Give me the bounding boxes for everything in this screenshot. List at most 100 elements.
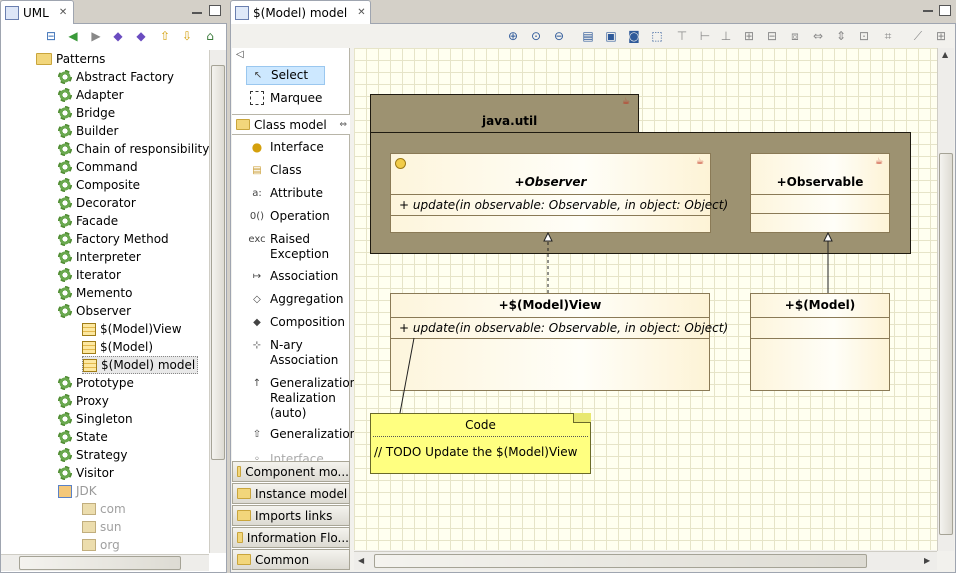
space-icon[interactable]: ⧈: [787, 28, 803, 44]
match-width-icon[interactable]: ⇔: [810, 28, 826, 44]
tree-item-pattern[interactable]: Chain of responsibility: [58, 140, 209, 158]
canvas-vertical-scroll-thumb[interactable]: [939, 153, 953, 535]
tree-item-pattern[interactable]: Memento: [58, 284, 132, 302]
tab-uml[interactable]: UML ✕: [0, 0, 74, 24]
down-arrow-icon[interactable]: ⇩: [179, 28, 195, 44]
tree-vertical-scrollbar[interactable]: [209, 50, 226, 553]
export-image-icon[interactable]: ◙: [626, 28, 642, 44]
drawer-2[interactable]: Imports links: [232, 505, 350, 526]
print-icon[interactable]: ▤: [580, 28, 596, 44]
palette-collapse-icon[interactable]: ◁: [236, 49, 244, 60]
tree-item-pattern[interactable]: Singleton: [58, 410, 133, 428]
scroll-right-icon[interactable]: ▶: [924, 556, 930, 565]
tree-item-observer-child[interactable]: $(Model) model: [82, 356, 199, 374]
zoom-out-icon[interactable]: ⊖: [551, 28, 567, 44]
palette-tool-generalization-realization[interactable]: ↑ Generalization/ Realization (auto): [250, 376, 362, 421]
align-left-icon[interactable]: ⊢: [697, 28, 713, 44]
close-icon[interactable]: ✕: [357, 7, 365, 18]
palette-tool-aggregation[interactable]: ◇ Aggregation: [250, 292, 346, 307]
tree-item-pattern[interactable]: Factory Method: [58, 230, 169, 248]
canvas-horizontal-scroll-thumb[interactable]: [374, 554, 867, 568]
collapse-all-icon[interactable]: ⊟: [43, 28, 59, 44]
align-center-icon[interactable]: ⊞: [741, 28, 757, 44]
zoom-fit-icon[interactable]: ⊙: [528, 28, 544, 44]
tab-model-editor[interactable]: $(Model) model ✕: [230, 0, 371, 24]
pin-icon[interactable]: ⇔: [339, 120, 347, 130]
palette-tool-generalization[interactable]: ⇧ Generalization: [250, 427, 357, 442]
link-right-icon[interactable]: ◆: [133, 28, 149, 44]
save-icon[interactable]: ▣: [603, 28, 619, 44]
tree-item-jdk-package[interactable]: org: [82, 536, 120, 554]
grid-icon[interactable]: ⊞: [933, 28, 949, 44]
home-icon[interactable]: ⌂: [202, 28, 218, 44]
tree-item-observer-child[interactable]: $(Model): [82, 338, 153, 356]
align-bottom-icon[interactable]: ⊥: [718, 28, 734, 44]
tree-vertical-scroll-thumb[interactable]: [211, 65, 225, 460]
editor-minimize-button[interactable]: [923, 10, 933, 12]
palette-marquee[interactable]: Marquee: [250, 91, 322, 106]
tree-item-pattern[interactable]: State: [58, 428, 108, 446]
palette-tool-exception[interactable]: exc Raised Exception: [248, 232, 346, 262]
minimize-button[interactable]: [192, 10, 202, 14]
tree-item-pattern[interactable]: Decorator: [58, 194, 136, 212]
drawer-1[interactable]: Instance model: [232, 483, 350, 504]
zoom-in-icon[interactable]: ⊕: [505, 28, 521, 44]
drawer-0[interactable]: Component mo...: [232, 461, 350, 482]
layout-icon[interactable]: ⟋: [910, 28, 926, 44]
editor-maximize-button[interactable]: [939, 5, 951, 16]
tree-item-pattern[interactable]: Abstract Factory: [58, 68, 174, 86]
snap-icon[interactable]: ⌗: [880, 28, 896, 44]
tree-item-pattern[interactable]: Adapter: [58, 86, 124, 104]
scroll-left-icon[interactable]: ◀: [358, 556, 364, 565]
tree-item-pattern[interactable]: Facade: [58, 212, 118, 230]
select-all-icon[interactable]: ⬚: [649, 28, 665, 44]
tree-item-label: $(Model): [100, 340, 154, 354]
palette-tool-operation[interactable]: 0() Operation: [250, 209, 346, 224]
link-left-icon[interactable]: ◆: [110, 28, 126, 44]
tree-item-pattern[interactable]: Observer: [58, 302, 131, 320]
tree-item-jdk[interactable]: JDK: [58, 482, 97, 500]
drawer-class-model[interactable]: Class model ⇔: [232, 114, 350, 135]
tree-item-pattern[interactable]: Iterator: [58, 266, 121, 284]
canvas-vertical-scrollbar[interactable]: ▲: [937, 48, 954, 551]
tree-item-pattern[interactable]: Command: [58, 158, 138, 176]
palette-select[interactable]: ↖ Select: [246, 66, 325, 85]
back-arrow-icon[interactable]: ◀: [65, 28, 81, 44]
tree-item-pattern[interactable]: Visitor: [58, 464, 114, 482]
drawer-4[interactable]: Common: [232, 549, 350, 570]
canvas-horizontal-scrollbar[interactable]: ◀ ▶: [354, 551, 937, 570]
palette-tool-attribute[interactable]: a: Attribute: [250, 186, 346, 201]
tree-item-pattern[interactable]: Composite: [58, 176, 140, 194]
palette-tool-association[interactable]: ↦ Association: [250, 269, 346, 284]
note-code[interactable]: Code // TODO Update the $(Model)View: [370, 413, 591, 474]
up-arrow-icon[interactable]: ⇧: [157, 28, 173, 44]
drawer-3[interactable]: Information Flo...: [232, 527, 350, 548]
diagram-canvas[interactable]: java.util ☕ ☕ +Observer + update(in obse…: [354, 48, 938, 550]
tree-item-pattern[interactable]: Strategy: [58, 446, 127, 464]
tree-item-pattern[interactable]: Proxy: [58, 392, 109, 410]
pattern-icon: [58, 124, 72, 138]
tree-item-patterns[interactable]: Patterns: [36, 50, 105, 68]
tree-item-jdk-package[interactable]: com: [82, 500, 126, 518]
forward-arrow-icon[interactable]: ▶: [88, 28, 104, 44]
tree-horizontal-scrollbar[interactable]: [1, 554, 209, 571]
tree-horizontal-scroll-thumb[interactable]: [19, 556, 181, 570]
note-anchor-line[interactable]: [399, 337, 415, 414]
distribute-icon[interactable]: ⊟: [764, 28, 780, 44]
align-top-icon[interactable]: ⊤: [674, 28, 690, 44]
scroll-up-icon[interactable]: ▲: [942, 50, 948, 59]
match-height-icon[interactable]: ⇕: [833, 28, 849, 44]
palette-tool-class[interactable]: ▤ Class: [250, 163, 346, 178]
maximize-button[interactable]: [209, 5, 221, 16]
tree-item-jdk-package[interactable]: sun: [82, 518, 121, 536]
match-size-icon[interactable]: ⊡: [856, 28, 872, 44]
close-icon[interactable]: ✕: [59, 7, 67, 18]
palette-tool-composition[interactable]: ◆ Composition: [250, 315, 346, 330]
tree-item-observer-child[interactable]: $(Model)View: [82, 320, 182, 338]
tree-item-pattern[interactable]: Interpreter: [58, 248, 141, 266]
tree-item-pattern[interactable]: Prototype: [58, 374, 134, 392]
palette-tool-nary-association[interactable]: ⊹ N-ary Association: [250, 338, 346, 368]
tree-item-pattern[interactable]: Builder: [58, 122, 118, 140]
tree-item-pattern[interactable]: Bridge: [58, 104, 115, 122]
palette-tool-interface[interactable]: ● Interface: [250, 140, 346, 155]
